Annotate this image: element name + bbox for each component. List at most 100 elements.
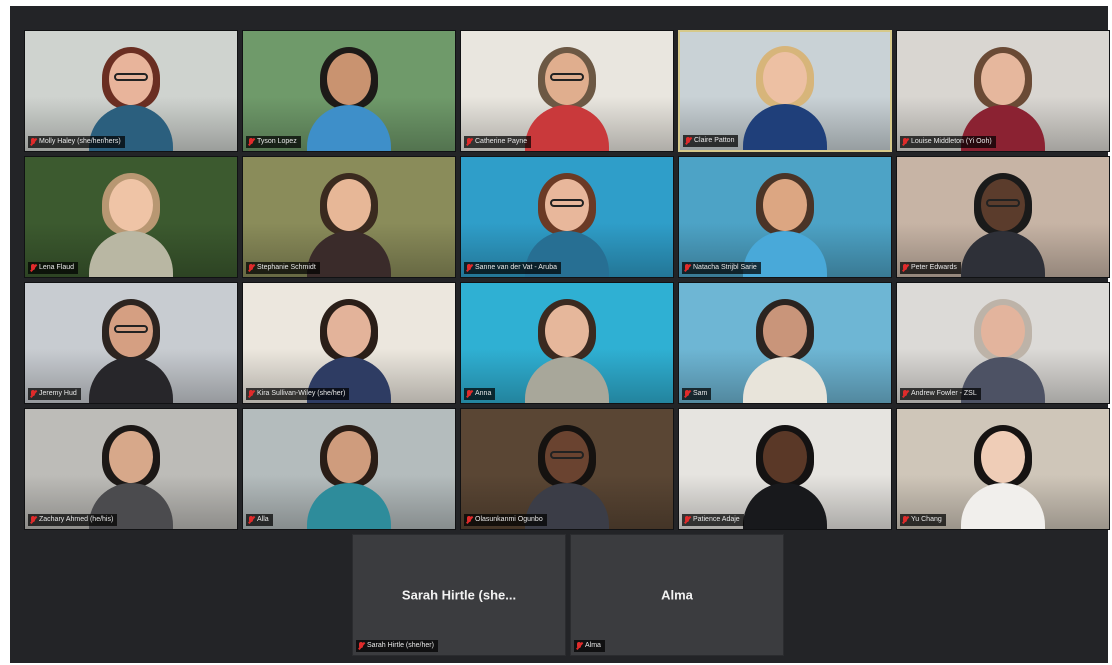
participant-nameplate: Catherine Payne bbox=[464, 136, 532, 148]
participant-name: Zachary Ahmed (he/his) bbox=[39, 516, 114, 523]
participant-nameplate: Anna bbox=[464, 388, 496, 400]
participant-tile-camera-off[interactable]: Sarah Hirtle (she... Sarah Hirtle (she/h… bbox=[352, 534, 566, 656]
participant-name: Alma bbox=[585, 642, 601, 649]
mic-muted-icon bbox=[902, 138, 908, 146]
mic-muted-icon bbox=[684, 390, 690, 398]
face bbox=[763, 431, 807, 483]
mic-muted-icon bbox=[902, 390, 908, 398]
participant-nameplate: Olasunkanmi Ogunbo bbox=[464, 514, 547, 526]
torso bbox=[525, 105, 609, 151]
participant-tile[interactable]: Molly Haley (she/her/hers) bbox=[24, 30, 238, 152]
torso bbox=[961, 231, 1045, 277]
participant-tile[interactable]: Kira Sullivan-Wiley (she/her) bbox=[242, 282, 456, 404]
participant-tile[interactable]: Peter Edwards bbox=[896, 156, 1110, 278]
participant-video-feed bbox=[307, 425, 391, 529]
participant-nameplate: Louise Middleton (Yi Ooh) bbox=[900, 136, 996, 148]
participant-nameplate: Zachary Ahmed (he/his) bbox=[28, 514, 118, 526]
mic-muted-icon bbox=[248, 138, 254, 146]
participant-name: Andrew Fowler - ZSL bbox=[911, 390, 977, 397]
participant-nameplate: Stephanie Schmidt bbox=[246, 262, 320, 274]
mic-muted-icon bbox=[30, 390, 36, 398]
participant-name: Sam bbox=[693, 390, 708, 397]
participant-video-feed bbox=[89, 299, 173, 403]
mic-muted-icon bbox=[684, 264, 690, 272]
participant-nameplate: Kira Sullivan-Wiley (she/her) bbox=[246, 388, 350, 400]
participant-name: Kira Sullivan-Wiley (she/her) bbox=[257, 390, 346, 397]
participant-tile[interactable]: Natacha Strijbl Sarie bbox=[678, 156, 892, 278]
mic-muted-icon bbox=[902, 516, 908, 524]
participant-name: Molly Haley (she/her/hers) bbox=[39, 138, 121, 145]
participant-name: Patience Adaje bbox=[693, 516, 740, 523]
participant-nameplate: Peter Edwards bbox=[900, 262, 961, 274]
torso bbox=[743, 483, 827, 529]
participant-name: Catherine Payne bbox=[475, 138, 528, 145]
participant-tile[interactable]: Lena Flaud bbox=[24, 156, 238, 278]
participant-nameplate: Lena Flaud bbox=[28, 262, 79, 274]
glasses bbox=[550, 199, 584, 207]
participant-tile-camera-off[interactable]: Alma Alma bbox=[570, 534, 784, 656]
torso bbox=[89, 357, 173, 403]
participant-tile[interactable]: Anna bbox=[460, 282, 674, 404]
face bbox=[327, 431, 371, 483]
participant-name: Lena Flaud bbox=[39, 264, 75, 271]
torso bbox=[307, 483, 391, 529]
participant-tile[interactable]: Claire Patton bbox=[678, 30, 892, 152]
face bbox=[327, 305, 371, 357]
mic-muted-icon bbox=[466, 390, 472, 398]
participant-name: Anna bbox=[475, 390, 492, 397]
mic-muted-icon bbox=[576, 642, 582, 650]
participant-name: Jeremy Hud bbox=[39, 390, 77, 397]
participant-nameplate: Sam bbox=[682, 388, 712, 400]
mic-muted-icon bbox=[466, 138, 472, 146]
participant-tile[interactable]: Sanne van der Vat - Aruba bbox=[460, 156, 674, 278]
participant-tile[interactable]: Louise Middleton (Yi Ooh) bbox=[896, 30, 1110, 152]
video-meeting-gallery: Molly Haley (she/her/hers) Tyson Lopez C… bbox=[10, 6, 1110, 663]
participant-tile[interactable]: Zachary Ahmed (he/his) bbox=[24, 408, 238, 530]
glasses bbox=[550, 73, 584, 81]
participant-tile[interactable]: Tyson Lopez bbox=[242, 30, 456, 152]
participant-tile[interactable]: Sam bbox=[678, 282, 892, 404]
face bbox=[981, 305, 1025, 357]
participant-video-feed bbox=[961, 425, 1045, 529]
mic-muted-icon bbox=[902, 264, 908, 272]
glasses bbox=[986, 199, 1020, 207]
glasses bbox=[550, 451, 584, 459]
face bbox=[763, 52, 807, 104]
mic-muted-icon bbox=[466, 516, 472, 524]
participant-tile[interactable]: Jeremy Hud bbox=[24, 282, 238, 404]
participant-tile[interactable]: Catherine Payne bbox=[460, 30, 674, 152]
participant-nameplate: Yu Chang bbox=[900, 514, 946, 526]
participant-nameplate: Sanne van der Vat - Aruba bbox=[464, 262, 561, 274]
mic-muted-icon bbox=[466, 264, 472, 272]
mic-muted-icon bbox=[248, 516, 254, 524]
participant-tile[interactable]: Andrew Fowler - ZSL bbox=[896, 282, 1110, 404]
participant-name: Olasunkanmi Ogunbo bbox=[475, 516, 543, 523]
participant-tile[interactable]: Patience Adaje bbox=[678, 408, 892, 530]
torso bbox=[307, 105, 391, 151]
participant-nameplate: Patience Adaje bbox=[682, 514, 744, 526]
participant-tile[interactable]: Olasunkanmi Ogunbo bbox=[460, 408, 674, 530]
participant-nameplate: Alma bbox=[574, 640, 605, 652]
participant-nameplate: Claire Patton bbox=[683, 135, 739, 147]
face bbox=[327, 53, 371, 105]
torso bbox=[743, 357, 827, 403]
participant-video-feed bbox=[307, 47, 391, 151]
mic-muted-icon bbox=[685, 137, 691, 145]
participant-tile[interactable]: Alla bbox=[242, 408, 456, 530]
participant-tile[interactable]: Yu Chang bbox=[896, 408, 1110, 530]
glasses bbox=[114, 325, 148, 333]
torso bbox=[961, 483, 1045, 529]
participant-video-feed bbox=[961, 173, 1045, 277]
participant-name: Stephanie Schmidt bbox=[257, 264, 316, 271]
torso bbox=[89, 231, 173, 277]
participant-name: Louise Middleton (Yi Ooh) bbox=[911, 138, 992, 145]
face bbox=[109, 431, 153, 483]
participant-nameplate: Andrew Fowler - ZSL bbox=[900, 388, 981, 400]
participant-tile[interactable]: Stephanie Schmidt bbox=[242, 156, 456, 278]
participant-nameplate: Sarah Hirtle (she/her) bbox=[356, 640, 438, 652]
face bbox=[981, 431, 1025, 483]
face bbox=[327, 179, 371, 231]
mic-muted-icon bbox=[358, 642, 364, 650]
participant-name: Sanne van der Vat - Aruba bbox=[475, 264, 557, 271]
participant-name: Natacha Strijbl Sarie bbox=[693, 264, 757, 271]
